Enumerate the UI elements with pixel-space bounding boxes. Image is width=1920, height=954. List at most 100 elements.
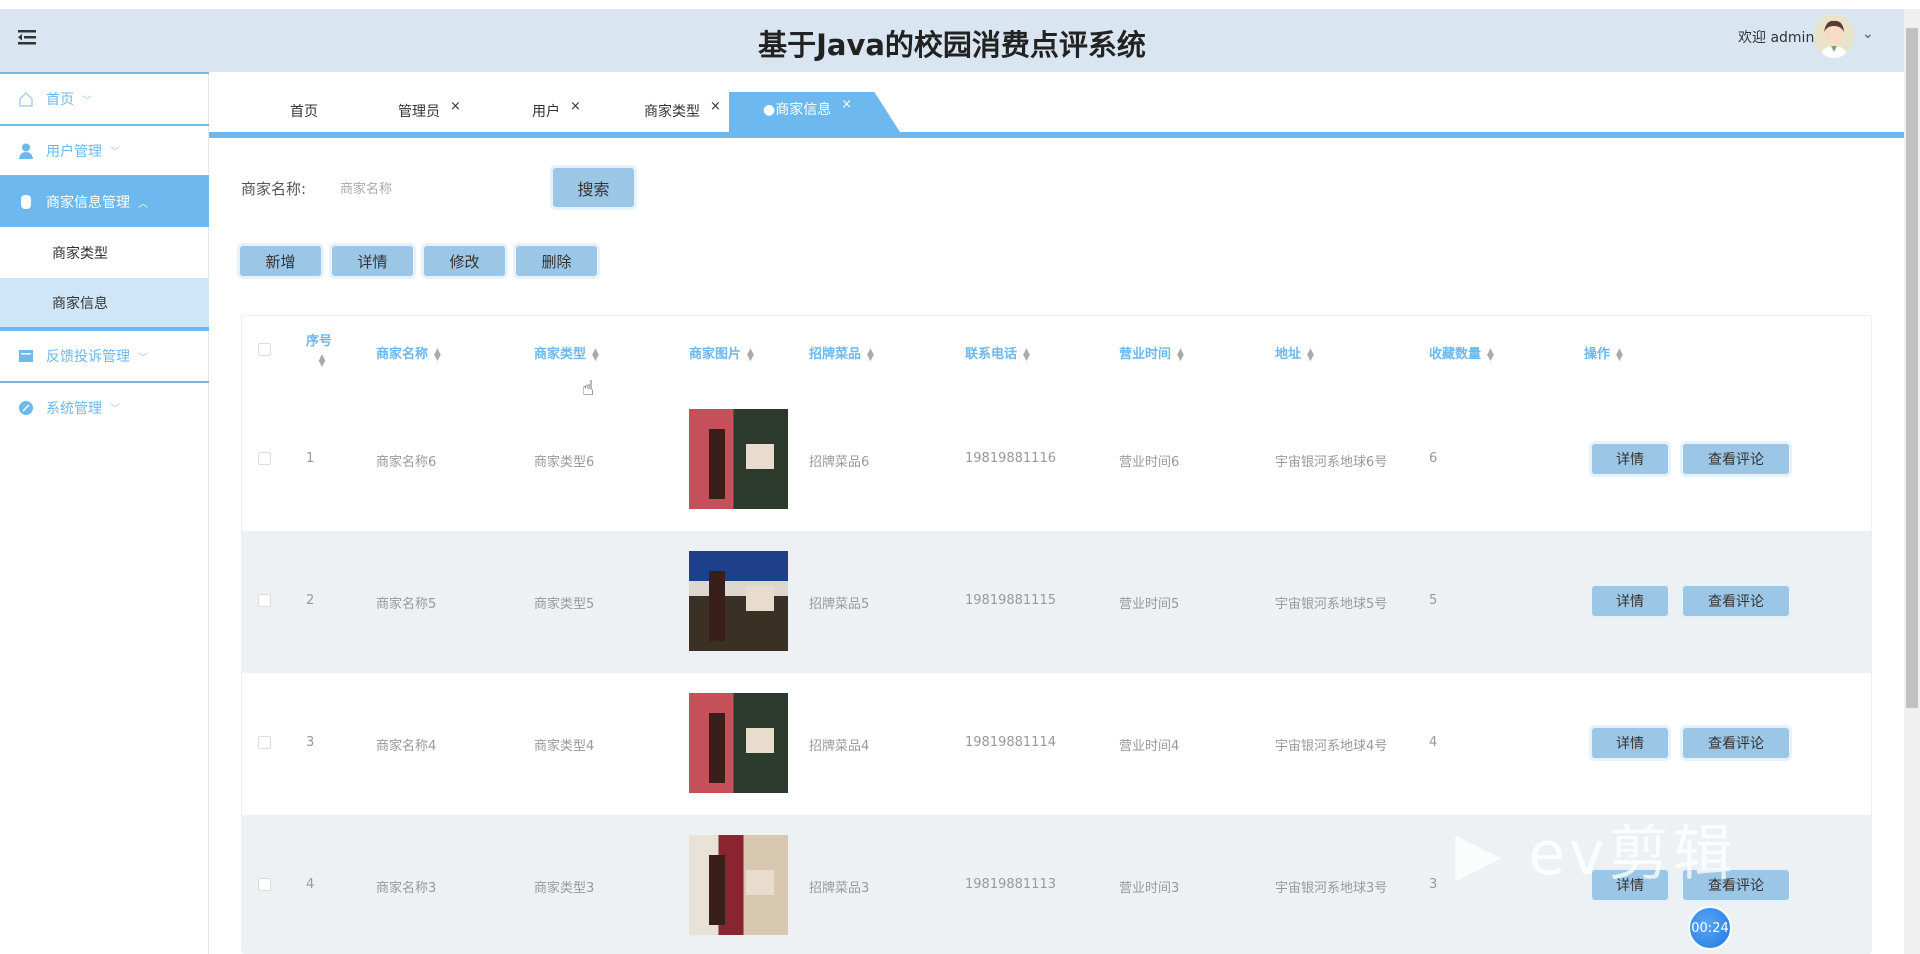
view-comments-button[interactable]: 查看评论: [1683, 444, 1789, 474]
header-label: 序号: [306, 334, 333, 349]
header-label: 招牌菜品: [809, 347, 862, 362]
select-all-checkbox[interactable]: [258, 343, 271, 356]
tabs-underline: [209, 132, 1904, 138]
close-icon[interactable]: ×: [841, 97, 852, 112]
cell-type: 商家类型5: [534, 597, 595, 612]
sidebar-item-label: 系统管理: [46, 400, 102, 417]
cell-dish: 招牌菜品5: [809, 597, 870, 612]
column-header-name[interactable]: 商家名称 ▲ ▼: [376, 343, 441, 362]
settings-icon: [18, 400, 34, 416]
close-icon[interactable]: ×: [710, 99, 721, 114]
cell-type: 商家类型3: [534, 881, 595, 896]
row-detail-button[interactable]: 详情: [1592, 728, 1668, 758]
store-image[interactable]: [689, 551, 788, 651]
cell-hours: 营业时间5: [1119, 597, 1180, 612]
sort-icon[interactable]: ▲ ▼: [1023, 347, 1030, 362]
cell-index: 1: [306, 451, 315, 466]
row-checkbox[interactable]: [258, 878, 271, 891]
sidebar: 首页 ﹀ 用户管理 ﹀ 商家信息管理 ︿ 商家类型 商家信息 反馈投诉管理 ﹀ 系统管理…: [0, 72, 209, 954]
cell-index: 3: [306, 735, 315, 750]
avatar[interactable]: [1814, 14, 1854, 58]
sort-icon[interactable]: ▲ ▼: [1307, 347, 1314, 362]
column-header-dish[interactable]: 招牌菜品 ▲ ▼: [809, 343, 874, 362]
sidebar-subitem-store-type[interactable]: 商家类型: [0, 227, 209, 278]
cell-phone: 19819881115: [965, 593, 1056, 608]
column-header-phone[interactable]: 联系电话 ▲ ▼: [965, 343, 1030, 362]
search-button[interactable]: 搜索: [553, 168, 634, 207]
tab-label: 商家类型: [644, 104, 700, 120]
cell-dish: 招牌菜品3: [809, 881, 870, 896]
column-header-hours[interactable]: 营业时间 ▲ ▼: [1119, 343, 1184, 362]
close-icon[interactable]: ×: [570, 99, 581, 114]
add-button[interactable]: 新增: [240, 246, 321, 276]
scrollbar-thumb[interactable]: [1906, 28, 1918, 708]
sort-icon[interactable]: ▲ ▼: [867, 347, 874, 362]
store-image[interactable]: [689, 409, 788, 509]
sidebar-subitem-store-info[interactable]: 商家信息: [0, 278, 209, 329]
table-row: 3 商家名称4 商家类型4 招牌菜品4 19819881114 营业时间4 宇宙银河系地球4…: [242, 673, 1871, 815]
cell-name: 商家名称4: [376, 739, 437, 754]
delete-button[interactable]: 删除: [516, 246, 597, 276]
table-row: 1 商家名称6 商家类型6 招牌菜品6 19819881116 营业时间6 宇宙银河系地球6…: [242, 389, 1871, 531]
hand-cursor-icon: ☝: [582, 376, 595, 400]
detail-button[interactable]: 详情: [332, 246, 413, 276]
column-header-actions[interactable]: 操作 ▲ ▼: [1584, 343, 1623, 362]
row-checkbox[interactable]: [258, 594, 271, 607]
chevron-down-icon[interactable]: ⌄: [1862, 26, 1874, 42]
tab-users[interactable]: 用户 ×: [532, 98, 581, 128]
store-image[interactable]: [689, 693, 788, 793]
close-icon[interactable]: ×: [450, 99, 461, 114]
sidebar-item-system[interactable]: 系统管理 ﹀: [0, 381, 209, 432]
view-comments-button[interactable]: 查看评论: [1683, 586, 1789, 616]
tab-store-type[interactable]: 商家类型 ×: [644, 98, 721, 128]
sidebar-item-feedback[interactable]: 反馈投诉管理 ﹀: [0, 329, 209, 381]
page-title: 基于Java的校园消费点评系统: [758, 28, 1146, 62]
sidebar-item-label: 反馈投诉管理: [46, 349, 130, 365]
tab-store-info[interactable]: ●商家信息 ×: [729, 92, 900, 132]
tab-label: 首页: [290, 104, 318, 120]
cell-address: 宇宙银河系地球6号: [1275, 455, 1388, 470]
sort-icon[interactable]: ▲ ▼: [592, 347, 599, 362]
feedback-icon: [18, 348, 34, 364]
chevron-down-icon: ﹀: [138, 352, 148, 364]
sidebar-item-label: 用户管理: [46, 143, 102, 160]
cell-index: 2: [306, 593, 315, 608]
table-row: 2 商家名称5 商家类型5 招牌菜品5 19819881115 营业时间5 宇宙银河系地球5…: [242, 531, 1871, 673]
cell-hours: 营业时间3: [1119, 881, 1180, 896]
sort-icon[interactable]: ▲ ▼: [1487, 347, 1494, 362]
sidebar-item-label: 首页: [46, 92, 74, 108]
column-header-favorites[interactable]: 收藏数量 ▲ ▼: [1429, 343, 1494, 362]
sort-icon[interactable]: ▲ ▼: [434, 347, 441, 362]
tab-label: 管理员: [398, 104, 440, 120]
row-detail-button[interactable]: 详情: [1592, 586, 1668, 616]
user-icon: [18, 143, 34, 159]
search-input[interactable]: [330, 174, 530, 202]
store-image[interactable]: [689, 835, 788, 935]
row-checkbox[interactable]: [258, 452, 271, 465]
store-icon: [18, 194, 34, 210]
cell-hours: 营业时间4: [1119, 739, 1180, 754]
header-label: 联系电话: [965, 347, 1018, 362]
column-header-type[interactable]: 商家类型 ▲ ▼: [534, 343, 599, 362]
sort-icon[interactable]: ▲ ▼: [1177, 347, 1184, 362]
sort-icon[interactable]: ▲ ▼: [319, 354, 326, 369]
cell-favorites: 3: [1429, 877, 1438, 892]
row-checkbox[interactable]: [258, 736, 271, 749]
column-header-index[interactable]: 序号 ▲ ▼: [306, 330, 333, 369]
edit-button[interactable]: 修改: [424, 246, 505, 276]
sidebar-item-home[interactable]: 首页 ﹀: [0, 72, 209, 124]
sidebar-item-store-management[interactable]: 商家信息管理 ︿: [0, 175, 209, 227]
row-detail-button[interactable]: 详情: [1592, 444, 1668, 474]
sort-icon[interactable]: ▲ ▼: [1616, 347, 1623, 362]
home-icon: [18, 91, 34, 107]
column-header-address[interactable]: 地址 ▲ ▼: [1275, 343, 1314, 362]
top-strip: [0, 0, 1904, 9]
chevron-down-icon: ﹀: [82, 95, 92, 107]
tab-label: ●商家信息: [763, 102, 832, 118]
view-comments-button[interactable]: 查看评论: [1683, 728, 1789, 758]
column-header-image[interactable]: 商家图片 ▲ ▼: [689, 343, 754, 362]
tab-home[interactable]: 首页: [290, 98, 318, 128]
sort-icon[interactable]: ▲ ▼: [747, 347, 754, 362]
tab-admin[interactable]: 管理员 ×: [398, 98, 461, 128]
sidebar-item-users[interactable]: 用户管理 ﹀: [0, 124, 209, 175]
